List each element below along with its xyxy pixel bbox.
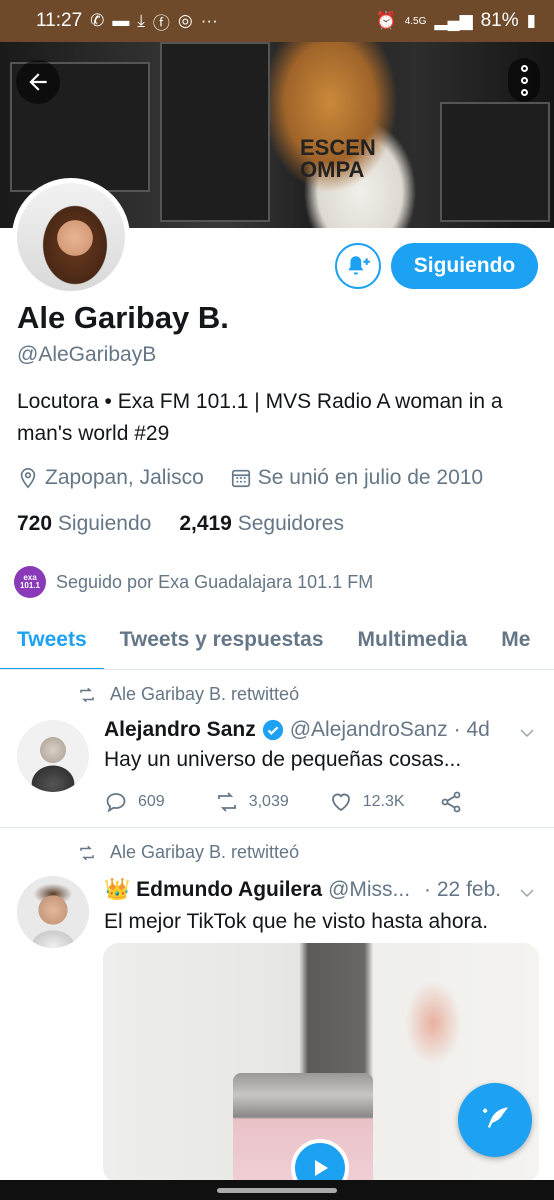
more-icon: ···	[200, 11, 218, 30]
tweet-author-avatar[interactable]	[17, 876, 89, 948]
followed-by-text: Seguido por Exa Guadalajara 101.1 FM	[56, 571, 374, 592]
download-icon: ⤓	[137, 11, 145, 30]
more-options-button[interactable]	[508, 58, 540, 102]
facebook-icon: ⓕ	[152, 13, 170, 33]
profile-tabs: Tweets Tweets y respuestas Multimedia Me	[0, 612, 554, 670]
tweet-author-handle: @AlejandroSanz	[289, 718, 448, 741]
retweet-icon	[80, 845, 94, 860]
play-icon	[315, 1160, 328, 1176]
tweet-time: · 4d	[453, 718, 490, 741]
retweeted-by: Ale Garibay B. retwitteó	[110, 842, 300, 862]
tweet-time: · 22 feb.	[424, 878, 502, 901]
tweet-author-avatar[interactable]	[17, 720, 89, 792]
reply-count: 609	[138, 793, 165, 810]
following-button[interactable]: Siguiendo	[391, 243, 538, 289]
location-icon	[20, 468, 36, 489]
followers-link[interactable]: 2,419 Seguidores	[179, 512, 344, 536]
arrow-left-icon	[29, 73, 47, 91]
followed-by[interactable]: exa 101.1 Seguido por Exa Guadalajara 10…	[14, 566, 373, 598]
crown-emoji-icon: 👑	[104, 878, 131, 901]
tab-media[interactable]: Multimedia	[358, 612, 468, 669]
battery-icon: ▮	[526, 11, 536, 30]
retweet-button[interactable]: 3,039	[215, 790, 289, 814]
status-time: 11:27	[36, 10, 83, 31]
profile-name: Ale Garibay B.	[17, 300, 229, 335]
bell-plus-icon	[348, 256, 370, 275]
tweet-text: El mejor TikTok que he visto hasta ahora…	[104, 910, 489, 933]
banner-case	[160, 42, 270, 222]
network-label: 4.5G	[404, 15, 427, 27]
following-link[interactable]: 720 Siguiendo	[17, 512, 151, 536]
retweet-count: 3,039	[248, 793, 289, 810]
system-nav-bar	[0, 1180, 554, 1200]
share-icon	[441, 791, 460, 813]
retweeted-by: Ale Garibay B. retwitteó	[110, 684, 300, 704]
reply-icon	[106, 793, 126, 813]
retweet-icon	[217, 792, 236, 812]
battery-percent: 81%	[480, 10, 519, 31]
tweet-author-name[interactable]: Alejandro Sanz	[104, 718, 256, 742]
tweet-author-handle: @Miss...	[328, 878, 411, 901]
compose-feather-icon	[482, 1107, 508, 1128]
like-button[interactable]: 12.3K	[329, 790, 405, 814]
heart-icon	[331, 793, 350, 812]
tab-tweets[interactable]: Tweets	[0, 612, 104, 669]
more-dot-icon	[520, 88, 528, 96]
compose-tweet-button[interactable]	[458, 1083, 532, 1157]
status-bar: 11:27 ✆ ▬ ⤓ ⓕ ◎ ··· ⏰ 4.5G ▂▄▆ 81% ▮	[0, 0, 554, 42]
verified-badge-icon	[262, 719, 283, 741]
retweet-icon	[80, 687, 94, 702]
banner-case	[440, 102, 550, 222]
chevron-down-icon[interactable]	[518, 884, 536, 902]
profile-joined: Se unió en julio de 2010	[257, 466, 484, 489]
whatsapp-icon: ✆	[90, 11, 105, 30]
more-dot-icon	[520, 76, 528, 84]
profile-bio: Locutora • Exa FM 101.1 | MVS Radio A wo…	[17, 390, 503, 445]
instagram-icon: ◎	[177, 11, 193, 30]
reply-button[interactable]: 609	[104, 790, 165, 814]
more-dot-icon	[520, 64, 528, 72]
message-icon: ▬	[112, 11, 130, 30]
tab-tweets-and-replies[interactable]: Tweets y respuestas	[120, 612, 324, 669]
followed-by-avatar: exa 101.1	[14, 566, 46, 598]
tweet-divider	[0, 827, 554, 828]
back-button[interactable]	[16, 60, 60, 104]
tweet-author-name[interactable]: Edmundo Aguilera	[136, 878, 322, 902]
share-button[interactable]	[439, 790, 463, 814]
profile-handle: @AleGaribayB	[17, 343, 157, 366]
alarm-icon: ⏰	[375, 11, 397, 30]
profile-location: Zapopan, Jalisco	[45, 466, 204, 489]
like-count: 12.3K	[362, 793, 405, 810]
calendar-icon	[231, 469, 250, 488]
profile-meta: Zapopan, Jalisco Se unió en julio de 201…	[17, 466, 483, 490]
banner-shirt-text: ESCEN OMPA	[300, 135, 376, 182]
follow-counts: 720 Siguiendo 2,419 Seguidores	[17, 512, 344, 536]
tweet-text: Hay un universo de pequeñas cosas...	[104, 748, 462, 771]
profile-avatar[interactable]	[12, 178, 130, 296]
signal-icon: ▂▄▆	[434, 11, 473, 30]
home-indicator[interactable]	[217, 1187, 337, 1193]
chevron-down-icon[interactable]	[518, 724, 536, 742]
notifications-bell-button[interactable]	[335, 243, 381, 289]
tab-likes[interactable]: Me	[501, 612, 530, 669]
